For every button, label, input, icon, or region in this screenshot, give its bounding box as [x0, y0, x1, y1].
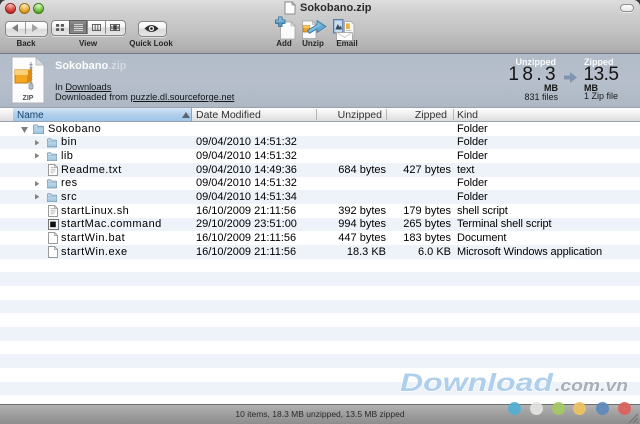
svg-text:ZIP: ZIP [23, 95, 34, 102]
svg-text:.com.vn: .com.vn [555, 376, 628, 395]
svg-text:Download: Download [400, 369, 554, 397]
